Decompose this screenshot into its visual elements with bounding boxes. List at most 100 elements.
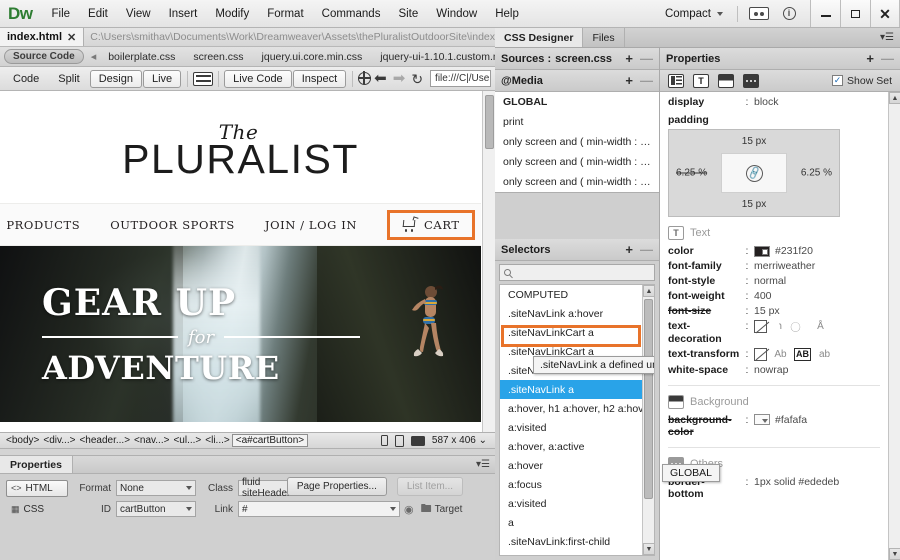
inspect-button[interactable]: Inspect [292, 69, 347, 88]
add-selector-button[interactable]: + [625, 243, 633, 256]
selectors-list[interactable]: COMPUTED .siteNavLink a:hover .siteNavLi… [499, 284, 655, 556]
selector-item-selected[interactable]: .siteNavLink a [500, 380, 654, 399]
transform-lowercase-icon[interactable]: ab [818, 348, 831, 361]
tablet-icon[interactable] [394, 434, 404, 447]
desktop-icon[interactable] [410, 435, 425, 446]
transform-capitalize-icon[interactable]: Ab [774, 348, 787, 361]
transform-none-icon[interactable] [754, 347, 767, 361]
source-code-button[interactable]: Source Code [4, 49, 84, 64]
menu-file[interactable]: File [43, 4, 80, 24]
view-button-code[interactable]: Code [4, 70, 48, 88]
help-button[interactable]: i [778, 6, 800, 22]
property-value-background-color[interactable]: #fafafa [754, 414, 807, 426]
phone-icon[interactable] [380, 435, 388, 446]
property-value-white-space[interactable]: nowrap [754, 364, 788, 376]
menu-view[interactable]: View [117, 4, 160, 24]
decoration-underline-icon[interactable]: ℩ [774, 320, 787, 333]
selector-item-14[interactable]: .siteNavLink [500, 551, 654, 556]
document-tab-index-html[interactable]: index.html ✕ [0, 28, 85, 46]
property-value-font-weight[interactable]: 400 [754, 290, 772, 302]
selector-item-9[interactable]: a:hover [500, 456, 654, 475]
selector-item-12[interactable]: a [500, 513, 654, 532]
tag-li[interactable]: <li...> [203, 435, 231, 446]
property-value-font-family[interactable]: merriweather [754, 260, 815, 272]
link-input[interactable]: # [238, 501, 400, 517]
scroll-up-icon[interactable]: ▲ [643, 285, 654, 297]
point-to-file-icon[interactable]: ◉ [400, 503, 418, 516]
selectors-scrollbar[interactable]: ▲ ▼ [642, 285, 654, 555]
canvas-scrollbar-thumb[interactable] [485, 95, 494, 149]
selector-item-8[interactable]: a:hover, a:active [500, 437, 654, 456]
view-button-split[interactable]: Split [49, 70, 88, 88]
address-bar[interactable]: file:///C|/Users/smithav/D [430, 70, 491, 87]
close-button[interactable]: ✕ [870, 0, 900, 27]
mode-html-button[interactable]: <> HTML [6, 479, 68, 497]
media-item-print[interactable]: print [495, 112, 659, 132]
tag-ul[interactable]: <ul...> [171, 435, 203, 446]
related-file-jquery-ui-core[interactable]: jquery.ui.core.min.css [253, 51, 372, 63]
tag-nav[interactable]: <nav...> [132, 435, 171, 446]
padding-top-value[interactable]: 15 px [742, 136, 766, 147]
menu-modify[interactable]: Modify [206, 4, 258, 24]
close-icon[interactable]: ✕ [67, 31, 76, 44]
tab-css-designer[interactable]: CSS Designer [495, 28, 584, 47]
sources-value[interactable]: screen.css [551, 53, 612, 65]
window-size-indicator[interactable]: 587 x 406 ⌄ [432, 435, 487, 446]
decoration-line-through-icon[interactable]: Å [814, 320, 827, 333]
canvas-scrollbar[interactable] [482, 91, 495, 432]
panel-menu-icon[interactable]: ▾☰ [471, 456, 495, 473]
selector-item-10[interactable]: a:focus [500, 475, 654, 494]
padding-link-area[interactable]: 🔗 [721, 153, 787, 194]
globe-icon[interactable] [357, 71, 372, 85]
cc-sync-button[interactable] [748, 6, 770, 22]
padding-bottom-value[interactable]: 15 px [742, 199, 766, 210]
menu-commands[interactable]: Commands [313, 4, 390, 24]
layout-icon[interactable] [668, 73, 684, 88]
media-item-global[interactable]: GLOBAL [495, 92, 659, 112]
property-value-color[interactable]: #231f20 [754, 245, 813, 257]
properties-scrollbar[interactable]: ▲ ▼ [888, 92, 900, 560]
minimize-button[interactable] [810, 0, 840, 27]
remove-media-button[interactable]: — [640, 74, 653, 87]
property-value-text-decoration[interactable]: ℩ ⃝ Å [754, 320, 827, 334]
page-properties-button[interactable]: Page Properties... [286, 477, 387, 496]
nav-link-products[interactable]: PRODUCTS [6, 218, 80, 232]
scroll-down-icon[interactable]: ▼ [889, 548, 900, 560]
media-item-minwidth-48[interactable]: only screen and ( min-width : 48... [495, 132, 659, 152]
menu-window[interactable]: Window [427, 4, 486, 24]
color-swatch-icon[interactable] [754, 414, 770, 426]
back-icon[interactable]: ⬅ [371, 71, 390, 86]
tag-header[interactable]: <header...> [77, 435, 132, 446]
view-button-design[interactable]: Design [89, 69, 142, 88]
remove-selector-button[interactable]: — [640, 243, 653, 256]
property-value-border-bottom[interactable]: 1px solid #ededeb [754, 476, 839, 488]
menu-help[interactable]: Help [486, 4, 528, 24]
selector-item-6[interactable]: a:hover, h1 a:hover, h2 a:hover [500, 399, 654, 418]
transform-uppercase-icon[interactable]: AB [794, 347, 811, 361]
add-source-button[interactable]: + [625, 52, 633, 65]
menu-site[interactable]: Site [389, 4, 427, 24]
property-value-font-size[interactable]: 15 px [754, 305, 780, 317]
selector-search-input[interactable] [499, 264, 655, 281]
tag-body[interactable]: <body> [4, 435, 41, 446]
decoration-none-icon[interactable] [754, 320, 767, 334]
scroll-up-icon[interactable]: ▲ [889, 92, 900, 104]
selectors-scrollbar-thumb[interactable] [644, 299, 653, 499]
menu-insert[interactable]: Insert [160, 4, 207, 24]
padding-box-control[interactable]: 15 px 6.25 % 6.25 % 15 px 🔗 [668, 129, 840, 218]
list-item-button[interactable]: List Item... [396, 477, 463, 496]
related-file-screen[interactable]: screen.css [184, 51, 252, 63]
maximize-button[interactable] [840, 0, 870, 27]
property-value-font-style[interactable]: normal [754, 275, 786, 287]
selector-item-computed[interactable]: COMPUTED [500, 285, 654, 304]
tab-files[interactable]: Files [583, 28, 625, 47]
add-property-button[interactable]: + [866, 52, 874, 65]
workspace-switcher[interactable]: Compact [657, 5, 731, 23]
related-file-jquery-ui-custom[interactable]: jquery-ui-1.10.1.custom.min. [371, 51, 495, 63]
format-select[interactable]: None [116, 480, 196, 496]
scroll-down-icon[interactable]: ▼ [643, 543, 654, 555]
browse-folder-icon[interactable]: 🖿 [418, 500, 435, 519]
forward-icon[interactable]: ➡ [390, 71, 409, 86]
selector-item-11[interactable]: a:visited [500, 494, 654, 513]
tag-cart-button[interactable]: <a#cartButton> [231, 434, 309, 447]
